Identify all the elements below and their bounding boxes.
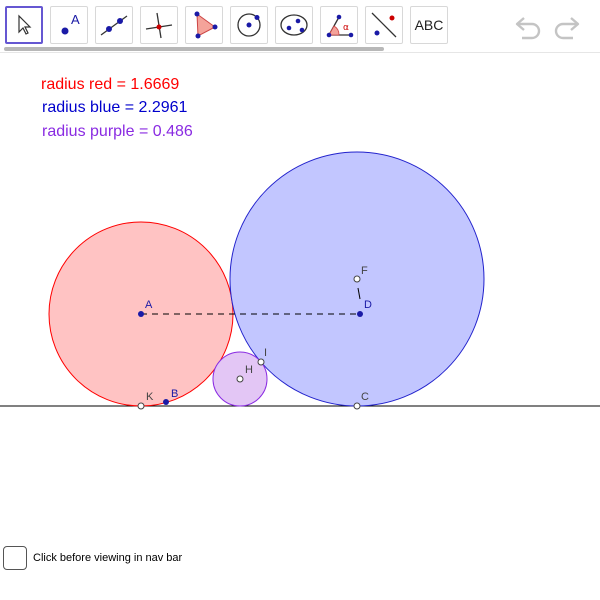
point-tool-button[interactable]: A — [50, 6, 88, 44]
conic-tool-button[interactable] — [275, 6, 313, 44]
point-h[interactable] — [236, 375, 244, 383]
toolbar-scrollbar[interactable] — [4, 47, 384, 51]
angle-tool-button[interactable]: α — [320, 6, 358, 44]
point-k[interactable] — [137, 402, 145, 410]
text-icon: ABC — [414, 17, 444, 33]
nav-bar-checkbox-row: Click before viewing in nav bar — [3, 546, 182, 570]
line-through-points-icon — [100, 15, 128, 36]
polygon-tool-button[interactable] — [185, 6, 223, 44]
label-i: I — [264, 347, 267, 359]
angle-icon: α — [326, 14, 354, 38]
line-tool-button[interactable] — [95, 6, 133, 44]
perpendicular-line-icon — [145, 12, 173, 39]
polygon-icon — [194, 11, 218, 39]
pointer-arrow-icon — [18, 14, 32, 35]
label-k: K — [146, 391, 154, 403]
label-d: D — [364, 299, 372, 311]
label-f: F — [361, 265, 368, 277]
toolbar: A α ABC — [0, 0, 600, 52]
nav-bar-checkbox-label[interactable]: Click before viewing in nav bar — [33, 552, 182, 564]
point-icon: A — [61, 12, 80, 35]
point-a[interactable] — [138, 311, 144, 317]
radius-red-text[interactable]: radius red = 1.6669 — [41, 76, 179, 94]
point-f[interactable] — [353, 275, 361, 283]
text-tool-button[interactable]: ABC — [410, 6, 448, 44]
circle-center-point-tool-button[interactable] — [230, 6, 268, 44]
reflect-about-line-icon — [371, 12, 397, 38]
radius-purple-text[interactable]: radius purple = 0.486 — [42, 123, 193, 141]
label-h: H — [245, 364, 253, 376]
label-b: B — [171, 388, 178, 400]
svg-text:A: A — [71, 12, 80, 27]
point-b[interactable] — [163, 399, 169, 405]
label-c: C — [361, 391, 369, 403]
ellipse-icon — [280, 14, 308, 36]
nav-bar-checkbox[interactable] — [3, 546, 27, 570]
radius-blue-text[interactable]: radius blue = 2.2961 — [42, 99, 187, 117]
perpendicular-line-tool-button[interactable] — [140, 6, 178, 44]
point-c[interactable] — [353, 402, 361, 410]
undo-icon[interactable] — [514, 14, 544, 40]
label-a: A — [145, 299, 153, 311]
circle-center-point-icon — [237, 13, 261, 37]
point-d[interactable] — [357, 311, 363, 317]
move-tool-button[interactable] — [5, 6, 43, 44]
svg-text:α: α — [343, 23, 349, 33]
redo-icon[interactable] — [551, 14, 581, 40]
reflect-tool-button[interactable] — [365, 6, 403, 44]
point-i[interactable] — [257, 358, 265, 366]
